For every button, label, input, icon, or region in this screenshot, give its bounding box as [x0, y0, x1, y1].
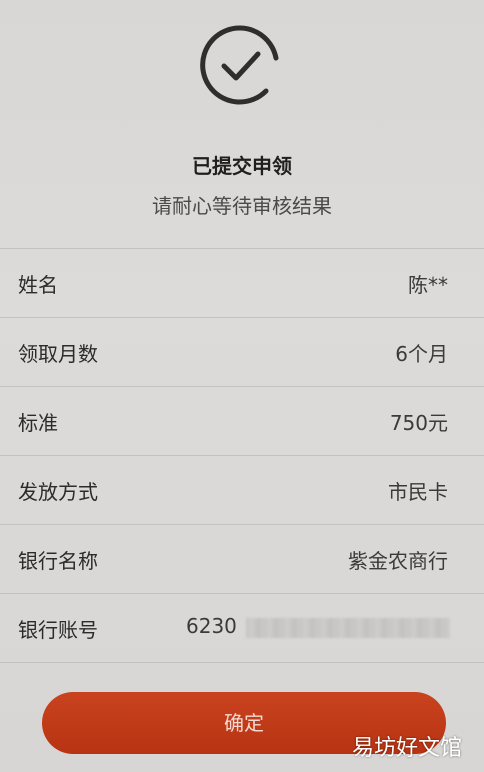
detail-label: 银行名称: [18, 549, 98, 573]
detail-row-months: 领取月数 6个月: [0, 317, 484, 386]
detail-label: 银行账号: [18, 618, 98, 642]
detail-label: 标准: [18, 411, 58, 435]
account-number-redaction: [246, 618, 450, 638]
detail-value: 陈**: [408, 273, 448, 297]
detail-list: 姓名 陈** 领取月数 6个月 标准 750元 发放方式 市民卡 银行名称 紫金…: [0, 248, 484, 663]
detail-row-payment-method: 发放方式 市民卡: [0, 455, 484, 524]
detail-value: 市民卡: [388, 480, 448, 504]
detail-row-standard: 标准 750元: [0, 386, 484, 455]
detail-value: 750元: [389, 411, 448, 435]
page-title: 已提交申领: [192, 154, 292, 178]
detail-row-name: 姓名 陈**: [0, 248, 484, 317]
check-circle-icon: [200, 25, 279, 105]
application-submitted-page: 已提交申领 请耐心等待审核结果 姓名 陈** 领取月数 6个月 标准 750元 …: [0, 0, 484, 772]
detail-label: 领取月数: [18, 342, 98, 366]
page-subtitle: 请耐心等待审核结果: [152, 194, 332, 218]
account-number-prefix: 6230: [186, 614, 237, 638]
detail-label: 姓名: [18, 273, 58, 297]
detail-value: 紫金农商行: [348, 549, 448, 573]
detail-row-bank-name: 银行名称 紫金农商行: [0, 524, 484, 593]
detail-row-bank-account: 银行账号 6230: [0, 593, 484, 663]
detail-label: 发放方式: [18, 480, 98, 504]
watermark-text: 易坊好文馆: [351, 736, 462, 761]
detail-value: 6个月: [395, 342, 448, 366]
